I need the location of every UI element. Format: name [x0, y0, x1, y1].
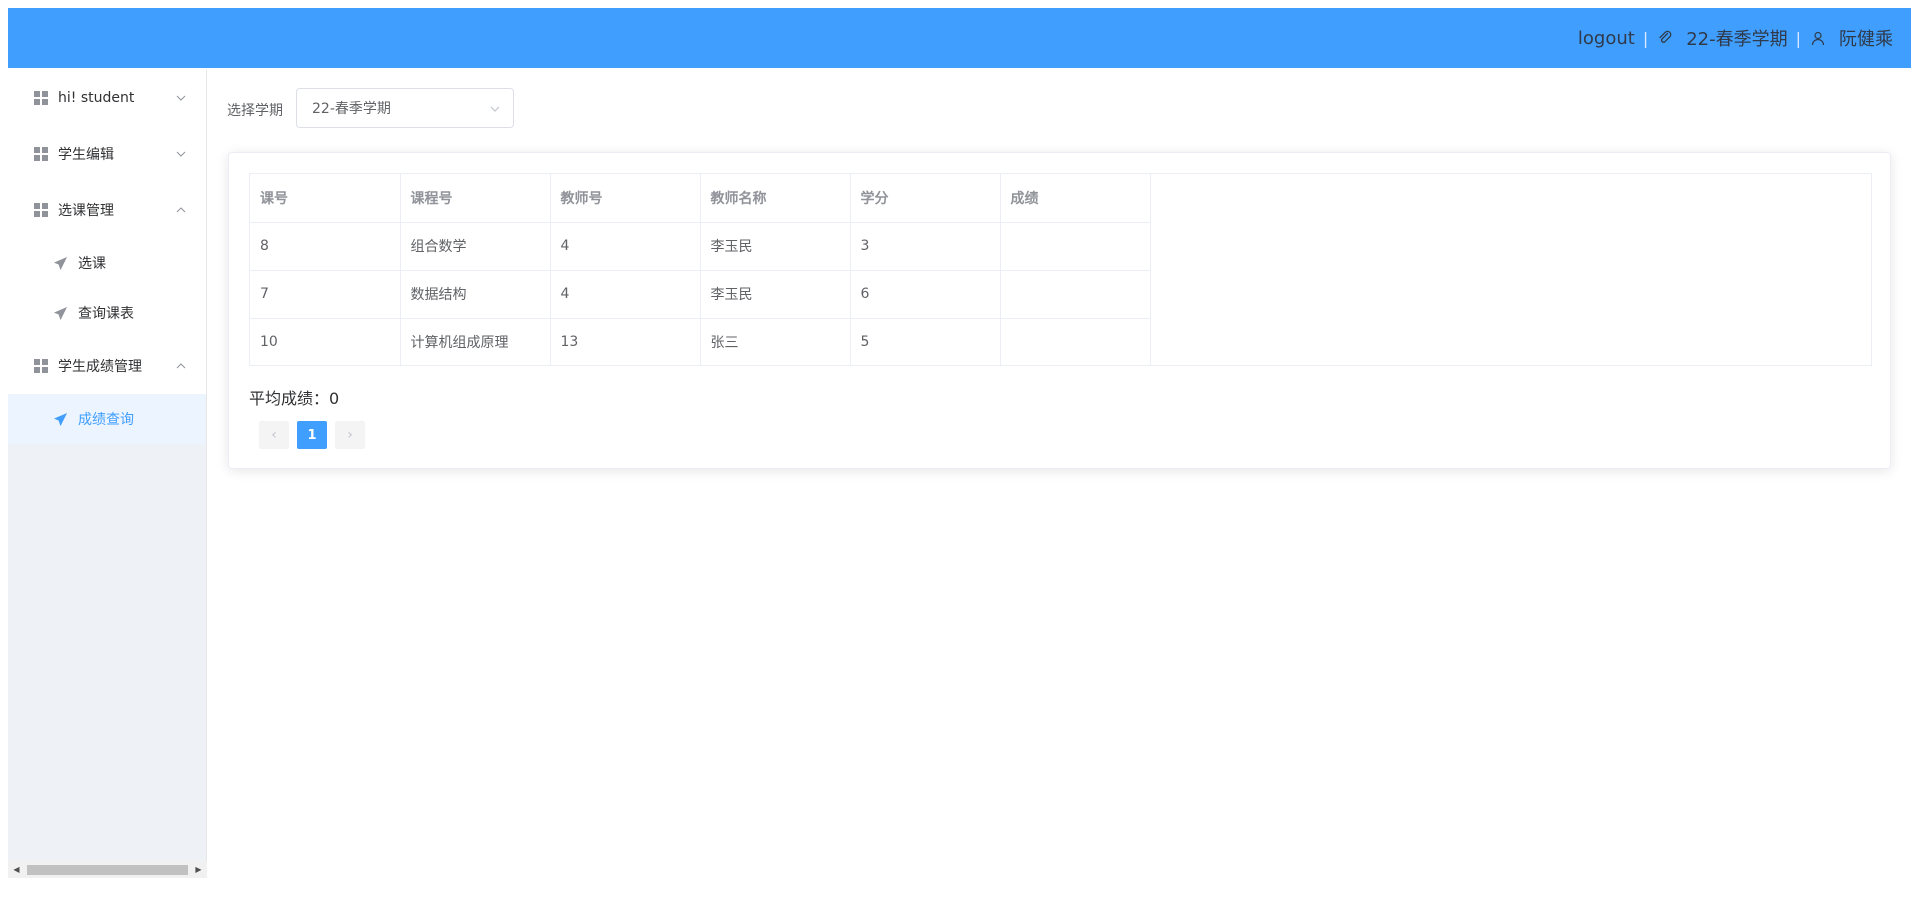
chevron-down-icon [176, 151, 186, 157]
chevron-down-icon [490, 106, 500, 112]
grade-card: 课号 课程号 教师号 教师名称 学分 成绩 8 组合数学 4 李玉民 3 7 数… [228, 152, 1891, 469]
top-header: logout | 22-春季学期 | 阮健乘 [8, 8, 1911, 68]
grid-icon [34, 359, 48, 373]
table-row: 7 数据结构 4 李玉民 6 [250, 270, 1151, 319]
submenu-query-schedule[interactable]: 查询课表 [8, 288, 206, 338]
menu-label: hi! student [58, 90, 135, 106]
table-cell: 13 [550, 318, 701, 366]
table-cell: 李玉民 [700, 222, 851, 271]
menu-hi-student[interactable]: hi! student [8, 70, 206, 126]
table-cell: 7 [250, 270, 401, 319]
column-header: 教师号 [550, 174, 701, 223]
scrollbar-thumb[interactable] [27, 864, 188, 875]
submenu-label: 成绩查询 [78, 412, 134, 428]
table-cell: 6 [850, 270, 1001, 319]
table-cell [1000, 270, 1151, 319]
paper-plane-icon [53, 412, 68, 426]
submenu-label: 选课 [78, 256, 106, 272]
table-cell: 数据结构 [400, 270, 551, 319]
table-cell: 组合数学 [400, 222, 551, 271]
chevron-down-icon [176, 95, 186, 101]
menu-grade-management[interactable]: 学生成绩管理 [8, 338, 206, 394]
term-select-label: 选择学期 [227, 103, 283, 119]
table-row: 10 计算机组成原理 13 张三 5 [250, 318, 1151, 366]
term-select-value: 22-春季学期 [312, 101, 391, 117]
grid-icon [34, 203, 48, 217]
column-header: 课号 [250, 174, 401, 223]
submenu-label: 查询课表 [78, 306, 134, 322]
menu-label: 学生成绩管理 [58, 359, 142, 375]
menu-label: 学生编辑 [58, 147, 114, 163]
submenu-select-course[interactable]: 选课 [8, 238, 206, 288]
table-row: 8 组合数学 4 李玉民 3 [250, 222, 1151, 271]
main-content: 选择学期 22-春季学期 课号 课程号 教师号 教师名称 学分 成绩 8 组合数… [208, 70, 1920, 911]
table-cell: 李玉民 [700, 270, 851, 319]
table-header-row: 课号 课程号 教师号 教师名称 学分 成绩 [250, 174, 1151, 223]
chevron-up-icon [176, 363, 186, 369]
chevron-up-icon [176, 207, 186, 213]
menu-course-selection[interactable]: 选课管理 [8, 182, 206, 238]
menu-label: 选课管理 [58, 203, 114, 219]
grade-table: 课号 课程号 教师号 教师名称 学分 成绩 8 组合数学 4 李玉民 3 7 数… [249, 173, 1872, 366]
separator: | [1795, 28, 1801, 48]
column-header: 成绩 [1000, 174, 1151, 223]
average-grade: 平均成绩：0 [249, 389, 340, 408]
paper-plane-icon [53, 256, 68, 270]
table-cell: 5 [850, 318, 1001, 366]
separator: | [1642, 28, 1649, 48]
column-header: 课程号 [400, 174, 551, 223]
current-term: 22-春季学期 [1686, 29, 1788, 50]
grid-icon [34, 91, 48, 105]
column-header: 学分 [850, 174, 1001, 223]
next-page-button[interactable]: › [335, 421, 365, 449]
scroll-left-arrow-icon[interactable]: ◀ [8, 861, 25, 878]
submenu-grade-query[interactable]: 成绩查询 [8, 394, 206, 444]
menu-student-edit[interactable]: 学生编辑 [8, 126, 206, 182]
table-cell: 4 [550, 222, 701, 271]
column-header: 教师名称 [700, 174, 851, 223]
table-cell: 4 [550, 270, 701, 319]
table-cell: 3 [850, 222, 1001, 271]
table-cell: 计算机组成原理 [400, 318, 551, 366]
table-cell: 8 [250, 222, 401, 271]
paper-plane-icon [53, 306, 68, 320]
page-number-button[interactable]: 1 [297, 421, 327, 449]
user-name[interactable]: 阮健乘 [1839, 25, 1893, 51]
table-cell: 张三 [700, 318, 851, 366]
sidebar: hi! student 学生编辑 选课管理 选课 查询课表 学生成绩管理 成绩查… [8, 70, 207, 878]
table-cell: 10 [250, 318, 401, 366]
user-icon [1809, 29, 1827, 47]
table-cell [1000, 222, 1151, 271]
term-select[interactable]: 22-春季学期 [296, 88, 514, 128]
sidebar-horizontal-scrollbar[interactable]: ◀ ▶ [8, 861, 207, 878]
logout-link[interactable]: logout [1578, 28, 1635, 49]
paperclip-icon [1656, 29, 1674, 47]
table-cell [1000, 318, 1151, 366]
scroll-right-arrow-icon[interactable]: ▶ [190, 861, 207, 878]
grid-icon [34, 147, 48, 161]
pagination: ‹ 1 › [259, 421, 365, 449]
prev-page-button[interactable]: ‹ [259, 421, 289, 449]
